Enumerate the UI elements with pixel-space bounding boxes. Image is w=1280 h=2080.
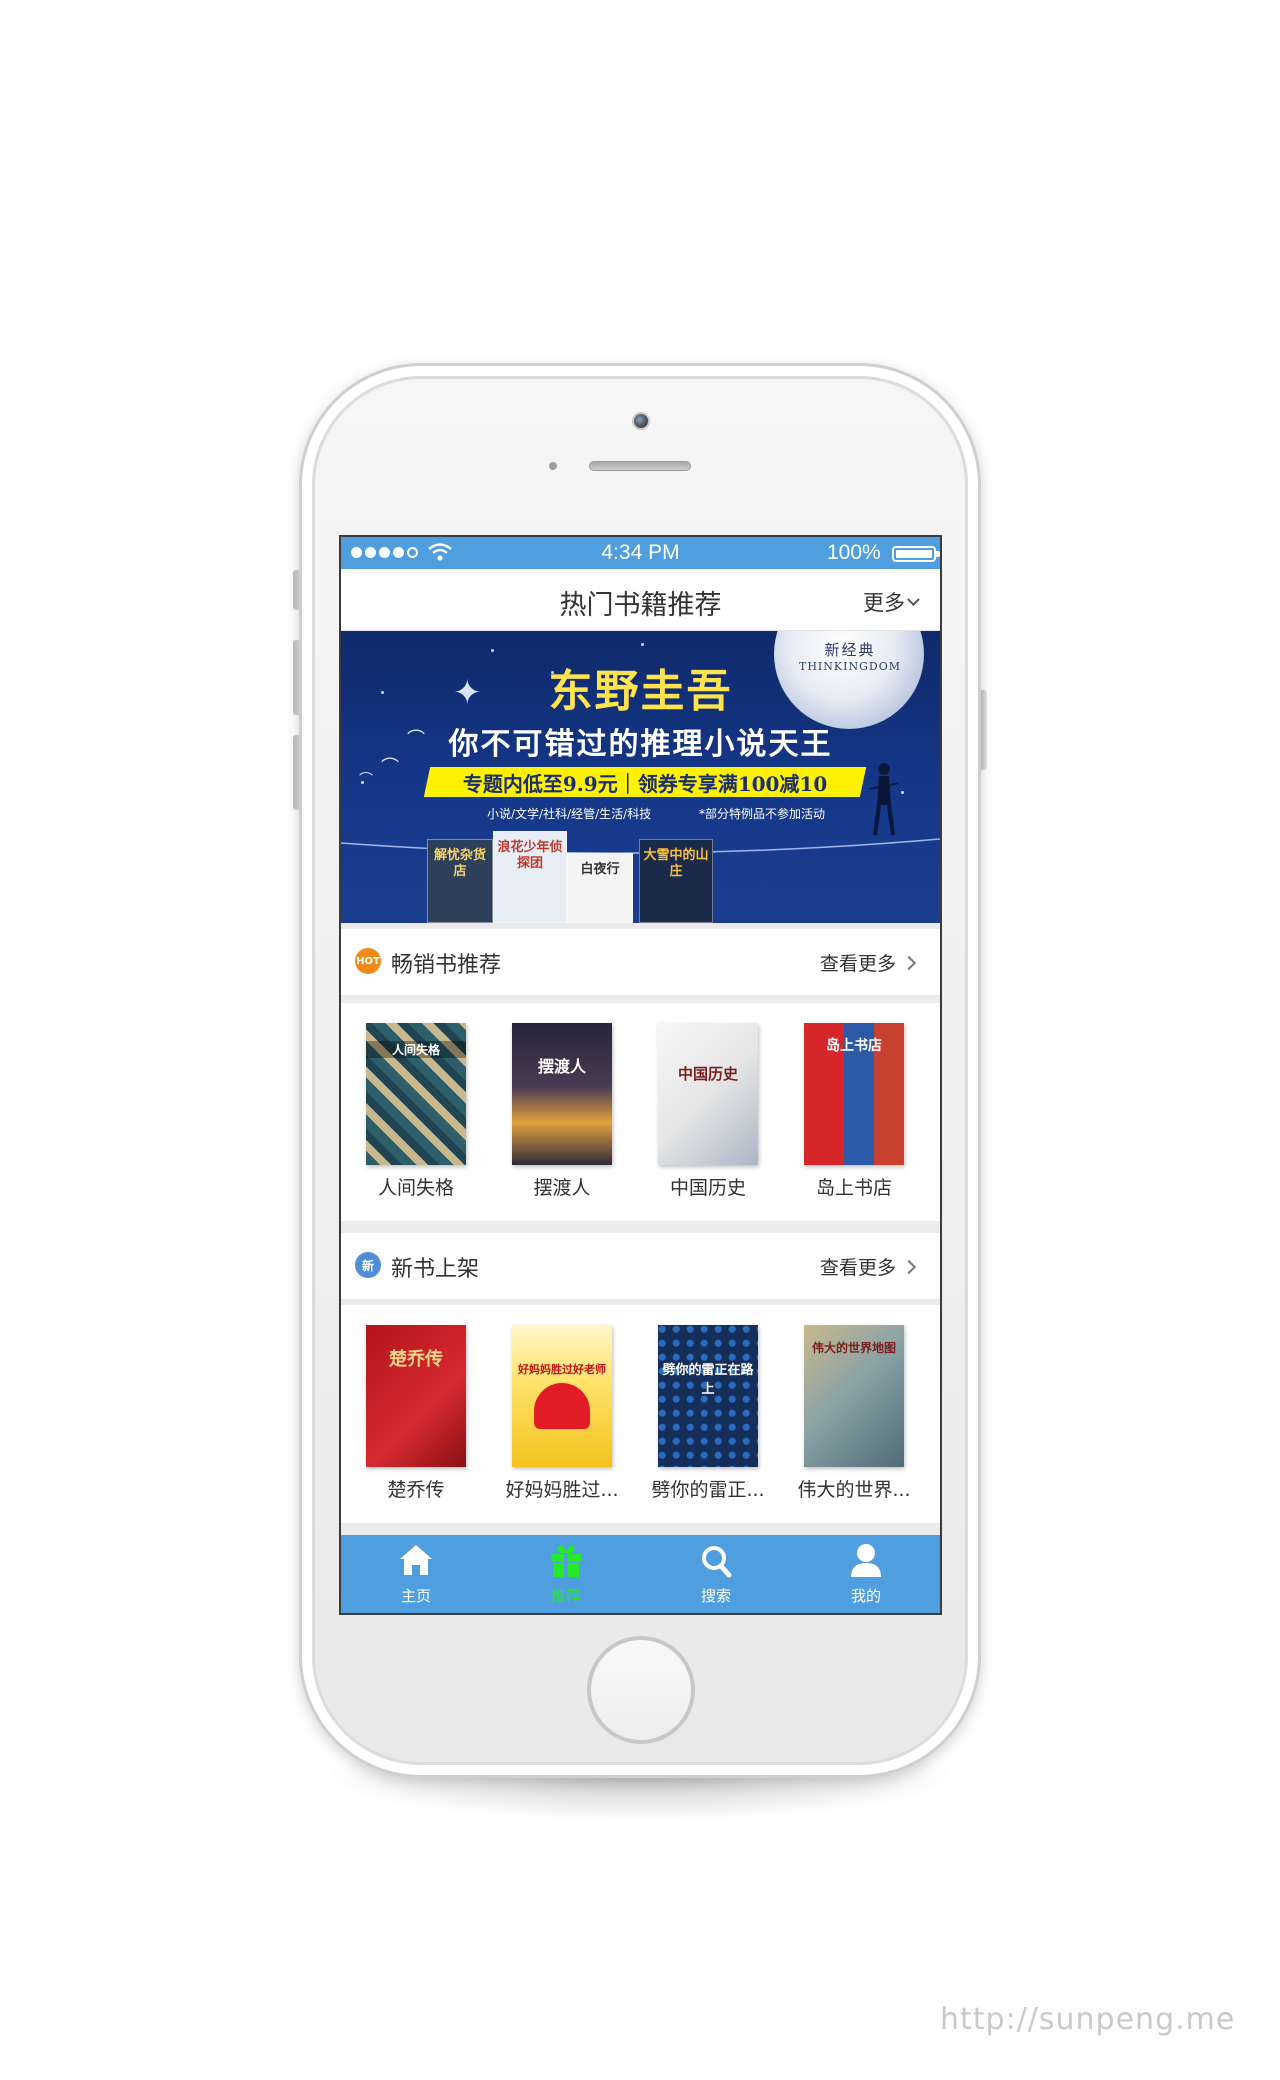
book-title: 伟大的世界... (797, 1479, 911, 1501)
book-card[interactable]: 伟大的世界地图 伟大的世界... (779, 1325, 929, 1515)
banner-note: *部分特例品不参加活动 (699, 807, 826, 821)
new-books-list: 楚乔传 楚乔传 好妈妈胜过好老师 好妈妈胜过... 劈你的雷正在路上 劈你的雷正… (341, 1305, 940, 1523)
tab-recommend[interactable]: 推荐 (491, 1535, 641, 1613)
status-bar: 4:34 PM 100% (341, 537, 940, 569)
home-icon (400, 1545, 432, 1575)
earpiece-speaker (589, 461, 691, 471)
watermark-text: http://sunpeng.me (940, 2002, 1236, 2037)
section-title: 新书上架 (391, 1257, 480, 1282)
search-icon (702, 1546, 732, 1578)
book-cover: 好妈妈胜过好老师 (512, 1325, 612, 1467)
bird-icon: ⌒ (359, 772, 373, 788)
book-cover: 伟大的世界地图 (804, 1325, 904, 1467)
tab-profile[interactable]: 我的 (791, 1535, 940, 1613)
book-title: 岛上书店 (815, 1177, 892, 1199)
book-title: 摆渡人 (533, 1177, 591, 1199)
proximity-sensor (549, 462, 557, 470)
front-camera (632, 412, 650, 430)
book-card[interactable]: 摆渡人 摆渡人 (487, 1023, 637, 1213)
tab-label: 搜索 (700, 1587, 731, 1605)
tab-label: 我的 (850, 1587, 881, 1605)
tab-label: 主页 (400, 1587, 431, 1605)
hot-flame-icon: HOT (355, 948, 381, 974)
book-title: 好妈妈胜过... (505, 1479, 619, 1501)
book-title: 劈你的雷正... (651, 1479, 765, 1501)
banner-subtitle: 你不可错过的推理小说天王 (448, 727, 833, 762)
book-card[interactable]: 劈你的雷正在路上 劈你的雷正... (633, 1325, 783, 1515)
book-title: 楚乔传 (387, 1479, 445, 1501)
bestsellers-header: HOT 畅销书推荐 查看更多 (341, 929, 940, 995)
new-badge-icon: 新 (355, 1252, 381, 1278)
book-title: 人间失格 (377, 1177, 454, 1199)
book-card[interactable]: 人间失格 人间失格 (341, 1023, 491, 1213)
book-cover: 楚乔传 (366, 1325, 466, 1467)
book-cover: 人间失格 (366, 1023, 466, 1165)
book-cover: 摆渡人 (512, 1023, 612, 1165)
chevron-right-icon (901, 955, 917, 970)
book-cover: 劈你的雷正在路上 (658, 1325, 758, 1467)
chevron-right-icon (901, 1259, 917, 1274)
battery-icon (892, 546, 940, 562)
chevron-down-icon (907, 592, 920, 606)
nav-header: 热门书籍推荐 更多 (341, 569, 940, 631)
battery-percent: 100% (827, 541, 881, 564)
banner-book: 大雪中的山庄 (639, 839, 713, 923)
see-more-label: 查看更多 (819, 953, 896, 975)
page-title: 热门书籍推荐 (559, 590, 722, 621)
gift-icon (551, 1545, 581, 1577)
book-card[interactable]: 楚乔传 楚乔传 (341, 1325, 491, 1515)
tab-home[interactable]: 主页 (341, 1535, 491, 1613)
see-more-label: 查看更多 (819, 1257, 896, 1279)
banner-categories: 小说/文学/社科/经管/生活/科技 (487, 807, 652, 821)
new-books-header: 新 新书上架 查看更多 (341, 1233, 940, 1299)
tab-label: 推荐 (550, 1587, 581, 1605)
see-more-bestsellers-link[interactable]: 查看更多 (819, 949, 917, 976)
more-dropdown-button[interactable]: 更多 (863, 587, 920, 617)
promo-banner[interactable]: 新经典 THINKINGDOM ✦ ⌒ ⌒ ⌒ 东野圭吾 你不可错过的推理小说天… (341, 631, 940, 923)
banner-book: 浪花少年侦探团 (493, 831, 567, 923)
book-title: 中国历史 (669, 1177, 746, 1199)
banner-book: 解忧杂货店 (427, 839, 493, 923)
banner-title: 东野圭吾 (548, 666, 733, 717)
tightrope-walker (869, 763, 899, 836)
book-cover: 中国历史 (658, 1023, 758, 1165)
bottom-tab-bar: 主页 推荐 搜索 我的 (341, 1535, 940, 1613)
see-more-new-books-link[interactable]: 查看更多 (819, 1253, 917, 1280)
section-title: 畅销书推荐 (391, 953, 502, 978)
more-label: 更多 (863, 591, 905, 615)
promo-strip: 专题内低至9.9元｜领券专享满100减10 (423, 767, 867, 797)
book-card[interactable]: 好妈妈胜过好老师 好妈妈胜过... (487, 1325, 637, 1515)
home-button[interactable] (587, 1636, 695, 1744)
banner-book: 白夜行 (567, 853, 633, 923)
book-card[interactable]: 中国历史 中国历史 (633, 1023, 783, 1213)
phone-screen: 4:34 PM 100% 热门书籍推荐 更多 新经典 THINKINGDOM ✦… (339, 535, 942, 1615)
user-icon (851, 1544, 881, 1577)
bestsellers-list: 人间失格 人间失格 摆渡人 摆渡人 中国历史 中国历史 岛上书店 岛上书店 (341, 1003, 940, 1221)
tab-search[interactable]: 搜索 (641, 1535, 791, 1613)
book-cover: 岛上书店 (804, 1023, 904, 1165)
book-card[interactable]: 岛上书店 岛上书店 (779, 1023, 929, 1213)
promo-text: 专题内低至9.9元｜领券专享满100减10 (462, 771, 828, 796)
